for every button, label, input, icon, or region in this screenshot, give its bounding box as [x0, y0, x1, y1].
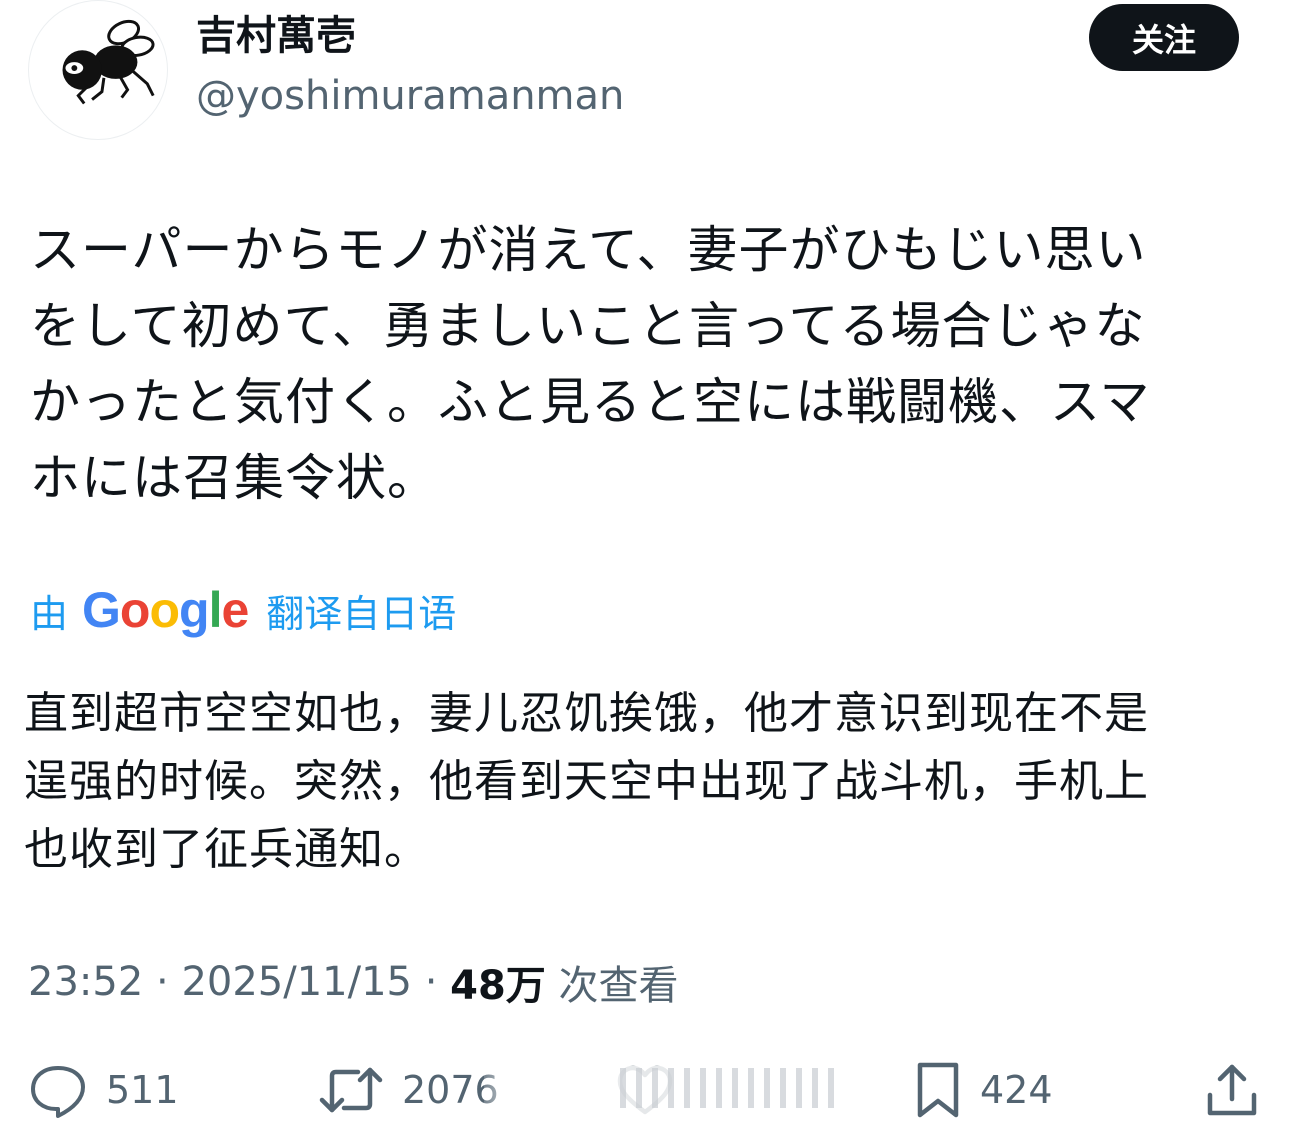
display-name[interactable]: 吉村萬壱 [196, 10, 356, 62]
tweet-time[interactable]: 23:52 [28, 959, 143, 1005]
translation-prefix: 由 [30, 591, 69, 636]
translated-text: 直到超市空空如也，妻儿忍饥挨饿，他才意识到现在不是 逞强的时候。突然，他看到天空… [24, 688, 1149, 875]
tweet-text: スーパーからモノが消えて、妻子がひもじい思い をして初めて、勇ましいこと言ってる… [30, 221, 1151, 507]
retweet-icon [319, 1067, 383, 1113]
share-button[interactable] [1204, 1058, 1260, 1122]
retweet-button[interactable]: 2076 [318, 1058, 499, 1122]
meta-separator: · [143, 959, 182, 1005]
reply-count: 511 [106, 1068, 179, 1112]
avatar[interactable] [28, 0, 168, 140]
reply-icon [31, 1066, 85, 1118]
bookmark-button[interactable]: 424 [914, 1058, 1053, 1122]
tweet-meta: 23:52 · 2025/11/15 · 48万 次查看 [28, 952, 679, 1012]
bookmark-count: 424 [980, 1068, 1053, 1112]
translation-source-label[interactable]: 翻译自日语 [266, 583, 456, 638]
views-count[interactable]: 48万 [450, 953, 546, 1011]
bookmark-icon [917, 1062, 959, 1118]
translation-attribution[interactable]: 由 Google 翻译自日语 [30, 580, 456, 640]
blurred-region-bars [620, 1068, 834, 1108]
reply-button[interactable]: 511 [28, 1058, 179, 1122]
tweet-date[interactable]: 2025/11/15 [181, 959, 412, 1005]
google-logo: Google [82, 582, 249, 638]
share-icon [1207, 1064, 1257, 1116]
follow-button[interactable]: 关注 [1089, 4, 1239, 71]
meta-separator: · [411, 959, 451, 1005]
user-handle[interactable]: @yoshimuramanman [196, 70, 624, 122]
fly-drawing-icon [62, 19, 155, 105]
views-label: 次查看 [545, 963, 679, 1009]
